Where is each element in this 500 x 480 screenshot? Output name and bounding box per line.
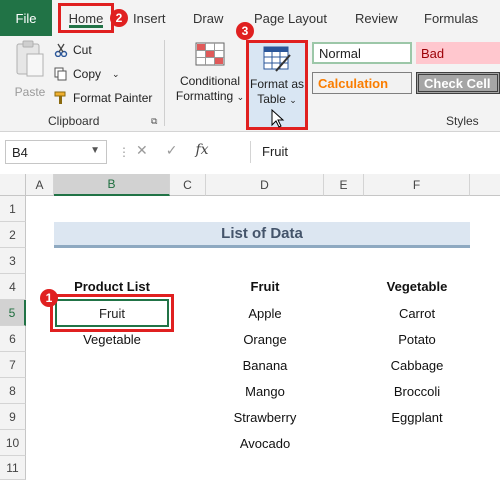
cut-button[interactable]: Cut bbox=[54, 40, 92, 60]
style-bad[interactable]: Bad bbox=[416, 42, 500, 64]
style-calculation[interactable]: Calculation bbox=[312, 72, 412, 94]
column-header-e[interactable]: E bbox=[324, 174, 364, 196]
row-header-11[interactable]: 11 bbox=[0, 456, 26, 480]
worksheet-grid: A B C D E F 1 2 3 4 5 6 7 8 9 10 11 List… bbox=[0, 174, 500, 480]
chevron-down-icon[interactable]: ▼ bbox=[90, 145, 100, 156]
step-badge-3: 3 bbox=[236, 22, 254, 40]
product-list-item[interactable]: Vegetable bbox=[54, 332, 170, 347]
row-header-3[interactable]: 3 bbox=[0, 248, 26, 274]
cancel-icon[interactable]: ✕ bbox=[136, 142, 148, 159]
ribbon: Paste Cut Copy ⌄ Format Painter Clipboar… bbox=[0, 22, 500, 132]
row-header-8[interactable]: 8 bbox=[0, 378, 26, 404]
name-box[interactable]: B4 ▼ bbox=[5, 140, 107, 164]
format-painter-button[interactable]: Format Painter bbox=[54, 88, 152, 108]
tab-insert[interactable]: Insert bbox=[133, 0, 166, 36]
format-as-table-label-2: Table bbox=[257, 92, 286, 106]
fruit-item[interactable]: Banana bbox=[206, 358, 324, 373]
dialog-launcher-icon[interactable]: ⧉ bbox=[151, 116, 157, 127]
style-normal[interactable]: Normal bbox=[312, 42, 412, 64]
vegetable-header[interactable]: Vegetable bbox=[364, 279, 470, 294]
check-icon[interactable]: ✓ bbox=[166, 142, 178, 159]
row-header-2[interactable]: 2 bbox=[0, 222, 26, 248]
name-box-value: B4 bbox=[12, 144, 28, 160]
fruit-item[interactable]: Apple bbox=[206, 306, 324, 321]
tab-page-layout[interactable]: Page Layout bbox=[254, 0, 327, 36]
style-check-cell[interactable]: Check Cell bbox=[416, 72, 500, 94]
conditional-formatting-label-2: Formatting bbox=[175, 89, 234, 103]
copy-button[interactable]: Copy ⌄ bbox=[54, 64, 120, 84]
clipboard-group-label: Clipboard bbox=[48, 114, 100, 128]
column-header-d[interactable]: D bbox=[206, 174, 324, 196]
row-header-1[interactable]: 1 bbox=[0, 196, 26, 222]
column-header-f[interactable]: F bbox=[364, 174, 470, 196]
paste-icon bbox=[16, 40, 44, 77]
step-badge-1: 1 bbox=[40, 289, 58, 307]
tab-home-active-indicator bbox=[69, 25, 103, 28]
copy-label: Copy bbox=[73, 67, 102, 81]
mouse-cursor-icon bbox=[271, 109, 285, 128]
divider bbox=[164, 40, 165, 126]
column-header-blank bbox=[470, 174, 500, 196]
copy-icon bbox=[54, 67, 67, 81]
tab-home-label: Home bbox=[68, 10, 104, 26]
row-header-6[interactable]: 6 bbox=[0, 326, 26, 352]
formula-input[interactable]: Fruit bbox=[262, 144, 288, 159]
fruit-item[interactable]: Mango bbox=[206, 384, 324, 399]
scissors-icon bbox=[54, 43, 68, 57]
paintbrush-icon bbox=[54, 91, 66, 104]
fruit-item[interactable]: Avocado bbox=[206, 436, 324, 451]
fruit-header[interactable]: Fruit bbox=[206, 279, 324, 294]
row-header-10[interactable]: 10 bbox=[0, 430, 26, 456]
tab-home[interactable]: Home bbox=[58, 3, 114, 33]
format-as-table-icon bbox=[263, 46, 291, 72]
fx-icon[interactable]: fx bbox=[195, 142, 208, 159]
vegetable-item[interactable]: Broccoli bbox=[364, 384, 470, 399]
styles-group-label: Styles bbox=[446, 114, 479, 128]
sheet-title[interactable]: List of Data bbox=[54, 222, 470, 248]
product-list-item: Fruit bbox=[55, 299, 169, 327]
row-header-4[interactable]: 4 bbox=[0, 274, 26, 300]
paste-label: Paste bbox=[14, 85, 46, 99]
row-header-9[interactable]: 9 bbox=[0, 404, 26, 430]
chevron-down-icon: ⌄ bbox=[236, 92, 245, 102]
tab-formulas[interactable]: Formulas bbox=[424, 0, 478, 36]
chevron-down-icon[interactable]: ⌄ bbox=[112, 69, 120, 80]
conditional-formatting-icon bbox=[195, 42, 225, 66]
vegetable-item[interactable]: Potato bbox=[364, 332, 470, 347]
fruit-item[interactable]: Strawberry bbox=[206, 410, 324, 425]
fruit-item[interactable]: Orange bbox=[206, 332, 324, 347]
format-painter-label: Format Painter bbox=[73, 91, 153, 105]
row-header-5[interactable]: 5 bbox=[0, 300, 26, 326]
selected-cell[interactable]: Fruit bbox=[50, 294, 174, 332]
row-header-7[interactable]: 7 bbox=[0, 352, 26, 378]
product-list-header[interactable]: Product List bbox=[54, 279, 170, 294]
chevron-down-icon: ⌄ bbox=[289, 95, 297, 105]
divider bbox=[250, 141, 251, 163]
format-as-table-label-1: Format as bbox=[249, 77, 304, 91]
select-all-button[interactable] bbox=[0, 174, 26, 196]
tab-review[interactable]: Review bbox=[355, 0, 398, 36]
formula-bar-grip-icon: ⋮ bbox=[118, 145, 130, 159]
column-header-c[interactable]: C bbox=[170, 174, 206, 196]
tab-file[interactable]: File bbox=[0, 0, 52, 36]
paste-button[interactable]: Paste bbox=[8, 40, 52, 99]
column-header-b[interactable]: B bbox=[54, 174, 170, 196]
column-header-a[interactable]: A bbox=[26, 174, 54, 196]
cut-label: Cut bbox=[73, 43, 92, 57]
formula-bar: B4 ▼ ⋮ ✕ ✓ fx Fruit bbox=[0, 137, 500, 167]
vegetable-item[interactable]: Carrot bbox=[364, 306, 470, 321]
vegetable-item[interactable]: Eggplant bbox=[364, 410, 470, 425]
conditional-formatting-label-1: Conditional bbox=[179, 74, 241, 88]
tab-draw[interactable]: Draw bbox=[193, 0, 223, 36]
vegetable-item[interactable]: Cabbage bbox=[364, 358, 470, 373]
step-badge-2: 2 bbox=[110, 9, 128, 27]
format-as-table-button[interactable]: Format as Table ⌄ bbox=[246, 40, 308, 130]
conditional-formatting-button[interactable]: Conditional Formatting ⌄ bbox=[172, 42, 248, 105]
